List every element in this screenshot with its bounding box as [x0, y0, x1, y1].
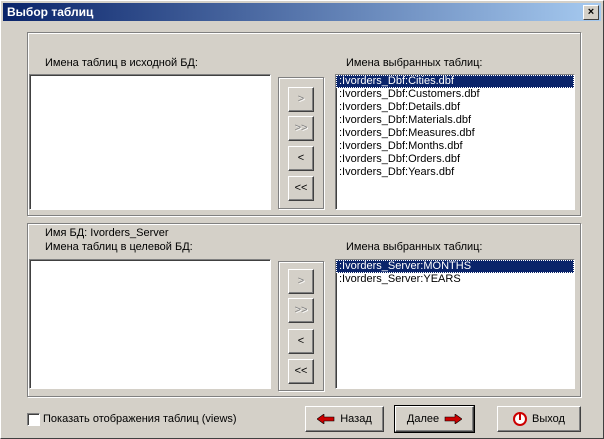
source-tables-list[interactable]	[29, 74, 271, 210]
target-buttons-panel: > >> < <<	[278, 261, 324, 391]
source-remove-button[interactable]: <	[288, 146, 314, 171]
source-tables-label: Имена таблиц в исходной БД:	[45, 57, 198, 69]
exit-button[interactable]: Выход	[497, 406, 581, 432]
title-bar[interactable]: Выбор таблиц ×	[3, 3, 601, 21]
target-add-button[interactable]: >	[288, 269, 314, 294]
target-selected-list[interactable]: :Ivorders_Server:MONTHS:Ivorders_Server:…	[335, 259, 575, 389]
list-item[interactable]: :Ivorders_Dbf:Cities.dbf	[336, 75, 574, 88]
exit-icon	[513, 412, 528, 426]
target-tables-list[interactable]	[29, 259, 271, 389]
list-item[interactable]: :Ivorders_Dbf:Details.dbf	[336, 101, 574, 114]
source-selected-label: Имена выбранных таблиц:	[346, 57, 483, 69]
list-item[interactable]: :Ivorders_Dbf:Measures.dbf	[336, 127, 574, 140]
window-title: Выбор таблиц	[7, 5, 94, 19]
show-views-label[interactable]: Показать отображения таблиц (views)	[43, 413, 237, 425]
list-item[interactable]: :Ivorders_Dbf:Months.dbf	[336, 140, 574, 153]
target-tables-label: Имена таблиц в целевой БД:	[45, 241, 193, 253]
source-selected-list[interactable]: :Ivorders_Dbf:Cities.dbf:Ivorders_Dbf:Cu…	[335, 74, 575, 210]
exit-button-label: Выход	[532, 413, 565, 425]
next-button-label: Далее	[406, 413, 440, 425]
source-add-button[interactable]: >	[288, 87, 314, 112]
list-item[interactable]: :Ivorders_Dbf:Materials.dbf	[336, 114, 574, 127]
source-add-all-button[interactable]: >>	[288, 116, 314, 141]
target-remove-button[interactable]: <	[288, 329, 314, 354]
list-item[interactable]: :Ivorders_Dbf:Years.dbf	[336, 166, 574, 179]
target-remove-all-button[interactable]: <<	[288, 359, 314, 384]
source-buttons-panel: > >> < <<	[278, 77, 324, 209]
dialog-window: Выбор таблиц × Имена таблиц в исходной Б…	[0, 0, 604, 439]
target-selected-label: Имена выбранных таблиц:	[346, 241, 483, 253]
target-db-name: Имя БД: Ivorders_Server	[45, 227, 169, 239]
list-item[interactable]: :Ivorders_Dbf:Customers.dbf	[336, 88, 574, 101]
arrow-right-icon	[444, 414, 463, 424]
list-item[interactable]: :Ivorders_Server:YEARS	[336, 273, 574, 286]
arrow-left-icon	[317, 414, 335, 424]
list-item[interactable]: :Ivorders_Dbf:Orders.dbf	[336, 153, 574, 166]
target-add-all-button[interactable]: >>	[288, 298, 314, 323]
show-views-checkbox[interactable]	[27, 413, 40, 426]
back-button-label: Назад	[340, 413, 372, 425]
next-button[interactable]: Далее	[394, 405, 475, 433]
list-item[interactable]: :Ivorders_Server:MONTHS	[336, 260, 574, 273]
back-button[interactable]: Назад	[305, 406, 384, 432]
close-icon: ×	[587, 6, 595, 18]
close-button[interactable]: ×	[583, 5, 599, 20]
source-remove-all-button[interactable]: <<	[288, 176, 314, 201]
